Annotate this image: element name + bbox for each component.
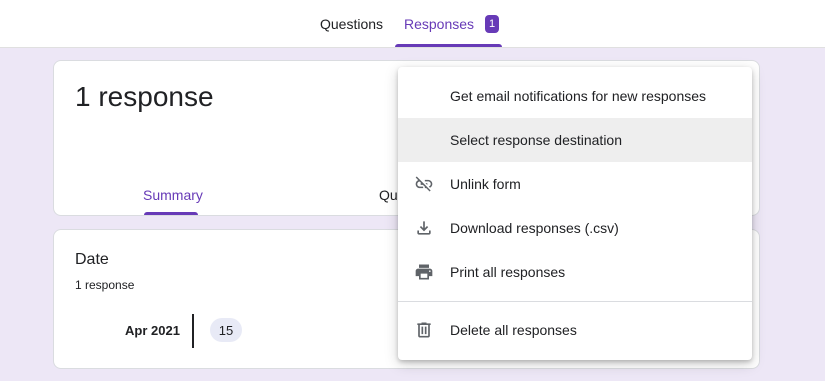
- print-icon: [414, 262, 434, 282]
- timeline-divider: [192, 314, 194, 348]
- menu-item-download-csv[interactable]: Download responses (.csv): [398, 206, 752, 250]
- tab-responses[interactable]: Responses 1: [404, 0, 500, 48]
- subtab-active-indicator: [144, 212, 198, 215]
- question-title: Date: [75, 251, 109, 268]
- subtab-summary[interactable]: Summary: [143, 187, 203, 203]
- tab-questions-label: Questions: [320, 16, 384, 32]
- menu-item-label: Select response destination: [450, 132, 622, 148]
- menu-item-label: Unlink form: [450, 176, 521, 192]
- top-tab-bar: Questions Responses 1: [0, 0, 825, 48]
- menu-item-delete-all[interactable]: Delete all responses: [398, 308, 752, 352]
- day-chip: 15: [210, 318, 242, 342]
- menu-item-label: Delete all responses: [450, 322, 577, 338]
- menu-item-print-all[interactable]: Print all responses: [398, 250, 752, 294]
- download-icon: [414, 218, 434, 238]
- menu-item-label: Get email notifications for new response…: [450, 88, 707, 104]
- tab-questions[interactable]: Questions: [320, 0, 383, 48]
- tab-responses-label: Responses: [404, 16, 475, 32]
- menu-item-label: Print all responses: [450, 264, 566, 280]
- responses-count-badge: 1: [485, 15, 500, 33]
- responses-more-menu: Get email notifications for new response…: [398, 67, 752, 360]
- menu-item-label: Download responses (.csv): [450, 220, 619, 236]
- question-response-count: 1 response: [75, 278, 135, 292]
- menu-divider: [398, 301, 752, 302]
- active-tab-indicator: [395, 44, 502, 47]
- menu-item-email-notifications[interactable]: Get email notifications for new response…: [398, 74, 752, 118]
- response-count-title: 1 response: [75, 81, 214, 112]
- trash-icon: [414, 320, 434, 340]
- menu-item-select-destination[interactable]: Select response destination: [398, 118, 752, 162]
- link-off-icon: [414, 174, 434, 194]
- menu-item-unlink-form[interactable]: Unlink form: [398, 162, 752, 206]
- month-label: Apr 2021: [125, 323, 180, 338]
